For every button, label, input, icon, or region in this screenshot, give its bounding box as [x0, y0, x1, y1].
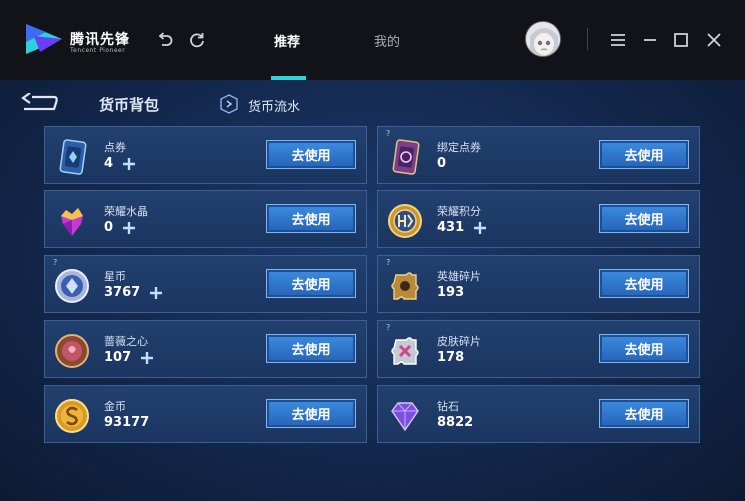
- currency-value: 3767: [104, 285, 141, 300]
- diamond-icon: [391, 402, 419, 432]
- use-button[interactable]: 去使用: [599, 334, 689, 363]
- use-button[interactable]: 去使用: [266, 269, 356, 298]
- currency-value: 431: [437, 220, 465, 235]
- currency-name: 荣耀积分: [437, 205, 481, 218]
- currency-value: 93177: [104, 415, 150, 430]
- bound-voucher-card-icon: [392, 139, 420, 175]
- help-icon[interactable]: ?: [53, 258, 57, 267]
- help-icon[interactable]: ?: [386, 129, 390, 138]
- currency-name: 星币: [104, 270, 126, 283]
- currency-card-gold-coin: 金币 93177 去使用: [44, 385, 367, 443]
- undo-icon[interactable]: [156, 31, 174, 49]
- logo-text: 腾讯先锋: [70, 32, 130, 48]
- use-button[interactable]: 去使用: [599, 269, 689, 298]
- rose-heart-icon: [55, 334, 89, 368]
- currency-value: 8822: [437, 415, 474, 430]
- currency-card-star-coin: ? 星币 3767 去使用: [44, 255, 367, 313]
- currency-card-skin-fragment: ? 皮肤碎片 178 去使用: [377, 320, 700, 378]
- currency-flow-link[interactable]: 货币流水: [248, 96, 300, 115]
- use-button[interactable]: 去使用: [599, 140, 689, 169]
- add-icon[interactable]: [121, 156, 137, 172]
- add-icon[interactable]: [121, 220, 137, 236]
- add-icon[interactable]: [472, 220, 488, 236]
- avatar[interactable]: [525, 21, 561, 57]
- use-button[interactable]: 去使用: [266, 204, 356, 233]
- back-arrow-icon[interactable]: [20, 93, 60, 115]
- currency-value: 193: [437, 285, 465, 300]
- refresh-icon[interactable]: [188, 31, 206, 49]
- currency-name: 荣耀水晶: [104, 205, 148, 218]
- use-button[interactable]: 去使用: [599, 204, 689, 233]
- currency-card-voucher: 点券 4 去使用: [44, 126, 367, 184]
- add-icon[interactable]: [139, 350, 155, 366]
- voucher-card-icon: [59, 139, 87, 175]
- currency-card-diamond: 钻石 8822 去使用: [377, 385, 700, 443]
- minimize-icon[interactable]: [641, 31, 659, 49]
- avatar-image-icon: [526, 22, 560, 56]
- star-coin-icon: [55, 269, 89, 303]
- tencent-pioneer-logo-icon: [26, 24, 62, 54]
- currency-name: 点券: [104, 141, 126, 154]
- tab-mine[interactable]: 我的: [374, 31, 400, 50]
- help-icon[interactable]: ?: [386, 258, 390, 267]
- currency-value: 178: [437, 350, 465, 365]
- help-icon[interactable]: ?: [386, 323, 390, 332]
- currency-name: 蔷薇之心: [104, 335, 148, 348]
- tab-recommend[interactable]: 推荐: [274, 31, 300, 50]
- logo-subtext: Tencent Pioneer: [70, 47, 126, 54]
- titlebar-divider: [587, 28, 588, 50]
- use-button[interactable]: 去使用: [266, 140, 356, 169]
- gold-coin-icon: [55, 399, 89, 433]
- currency-flow-icon[interactable]: [220, 94, 238, 114]
- currency-name: 英雄碎片: [437, 270, 481, 283]
- currency-name: 金币: [104, 400, 126, 413]
- currency-name: 绑定点券: [437, 141, 481, 154]
- currency-name: 皮肤碎片: [437, 335, 481, 348]
- currency-card-rose-heart: 蔷薇之心 107 去使用: [44, 320, 367, 378]
- currency-card-glory-points: 荣耀积分 431 去使用: [377, 190, 700, 248]
- glory-crystal-icon: [61, 208, 83, 236]
- add-icon[interactable]: [148, 285, 164, 301]
- menu-icon[interactable]: [609, 31, 627, 49]
- maximize-icon[interactable]: [672, 31, 690, 49]
- currency-value: 0: [437, 156, 447, 171]
- glory-points-icon: [388, 204, 422, 238]
- currency-card-bound-voucher: ? 绑定点券 0 去使用: [377, 126, 700, 184]
- skin-fragment-icon: [391, 337, 419, 365]
- hero-fragment-icon: [391, 272, 419, 300]
- currency-card-hero-fragment: ? 英雄碎片 193 去使用: [377, 255, 700, 313]
- use-button[interactable]: 去使用: [599, 399, 689, 428]
- use-button[interactable]: 去使用: [266, 399, 356, 428]
- currency-value: 0: [104, 220, 114, 235]
- currency-value: 107: [104, 350, 132, 365]
- use-button[interactable]: 去使用: [266, 334, 356, 363]
- close-icon[interactable]: [705, 31, 723, 49]
- currency-value: 4: [104, 156, 114, 171]
- title-bar: 腾讯先锋 Tencent Pioneer 推荐 我的: [0, 0, 745, 80]
- currency-card-glory-crystal: 荣耀水晶 0 去使用: [44, 190, 367, 248]
- page-title: 货币背包: [99, 96, 160, 114]
- currency-name: 钻石: [437, 400, 459, 413]
